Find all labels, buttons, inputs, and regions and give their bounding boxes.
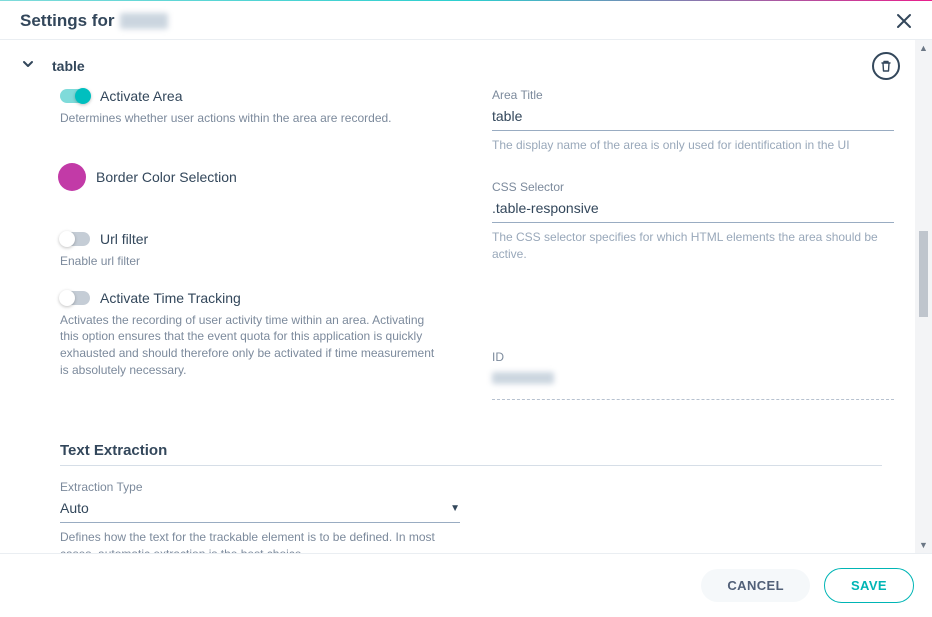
extraction-type-label: Extraction Type <box>60 480 460 494</box>
activate-area-label: Activate Area <box>100 88 183 104</box>
scroll-track[interactable] <box>915 56 932 537</box>
activate-area-toggle[interactable] <box>60 89 90 103</box>
modal-header: Settings for <box>0 1 932 40</box>
border-color-label: Border Color Selection <box>96 169 237 185</box>
time-tracking-help: Activates the recording of user activity… <box>60 312 440 379</box>
save-button[interactable]: SAVE <box>824 568 914 603</box>
modal-title-prefix: Settings for <box>20 11 114 31</box>
area-section-title: table <box>52 58 85 74</box>
url-filter-help: Enable url filter <box>60 253 440 270</box>
modal-body: table Activate Area <box>0 40 932 553</box>
scroll-up-arrow[interactable]: ▲ <box>919 40 928 56</box>
id-label: ID <box>492 350 894 364</box>
area-title-input[interactable] <box>492 104 894 131</box>
url-filter-toggle[interactable] <box>60 232 90 246</box>
time-tracking-toggle[interactable] <box>60 291 90 305</box>
delete-area-button[interactable] <box>872 52 900 80</box>
time-tracking-label: Activate Time Tracking <box>100 290 241 306</box>
scrollbar[interactable]: ▲ ▼ <box>915 40 932 553</box>
modal-title: Settings for <box>20 11 168 31</box>
extraction-type-select[interactable]: Auto ▼ <box>60 496 460 523</box>
css-selector-help: The CSS selector specifies for which HTM… <box>492 229 894 263</box>
extraction-type-help: Defines how the text for the trackable e… <box>60 529 460 553</box>
css-selector-input[interactable] <box>492 196 894 223</box>
scroll-thumb[interactable] <box>919 231 928 317</box>
text-extraction-heading: Text Extraction <box>60 436 882 466</box>
activate-area-help: Determines whether user actions within t… <box>60 110 440 127</box>
scroll-down-arrow[interactable]: ▼ <box>919 537 928 553</box>
caret-down-icon: ▼ <box>450 503 460 514</box>
chevron-down-icon[interactable] <box>22 57 34 75</box>
cancel-button[interactable]: CANCEL <box>701 569 810 602</box>
id-underline <box>492 399 894 400</box>
extraction-type-value: Auto <box>60 500 89 516</box>
id-value-redacted <box>492 372 554 384</box>
area-title-help: The display name of the area is only use… <box>492 137 894 154</box>
trash-icon <box>879 59 893 73</box>
area-title-label: Area Title <box>492 88 894 102</box>
area-section-header: table <box>20 40 912 88</box>
modal-footer: CANCEL SAVE <box>0 553 932 617</box>
modal-title-subject-redacted <box>120 13 168 29</box>
css-selector-label: CSS Selector <box>492 180 894 194</box>
url-filter-label: Url filter <box>100 231 148 247</box>
border-color-swatch[interactable] <box>58 163 86 191</box>
close-icon[interactable] <box>894 11 914 31</box>
